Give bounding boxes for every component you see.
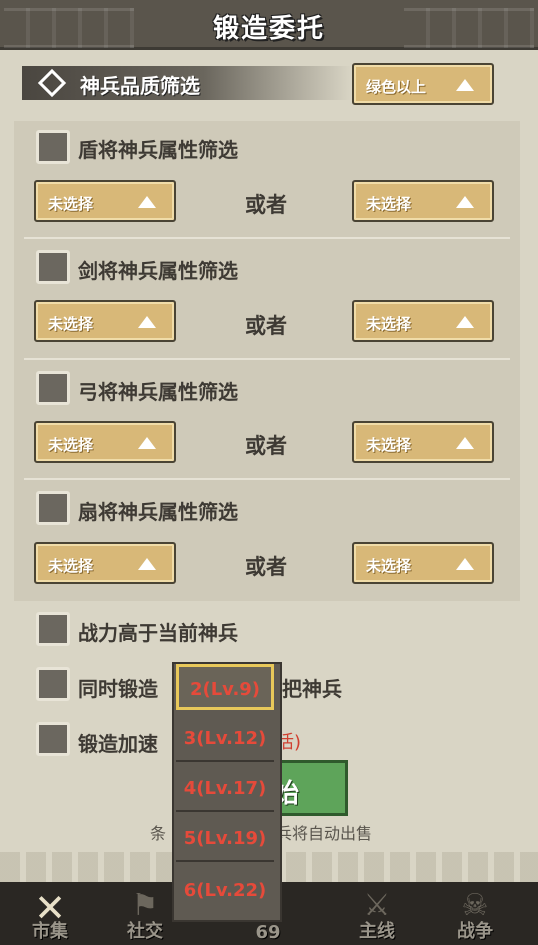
- filter-dropdown-shield-right[interactable]: 未选择: [352, 180, 494, 222]
- triangle-up-icon: [456, 558, 474, 570]
- divider: [24, 478, 510, 480]
- quality-dropdown-value: 绿色以上: [366, 78, 427, 96]
- filter-label-sword: 剑将神兵属性筛选: [78, 259, 238, 283]
- count-option-5[interactable]: 5(Lv.19): [176, 816, 274, 862]
- or-text: 或者: [245, 434, 287, 458]
- nav-label: 战争: [457, 921, 493, 942]
- dropdown-value: 未选择: [366, 436, 412, 454]
- title-bar: 锻造委托: [0, 0, 538, 50]
- count-option-3[interactable]: 3(Lv.12): [176, 716, 274, 762]
- or-text: 或者: [245, 193, 287, 217]
- power-higher-label: 战力高于当前神兵: [78, 621, 238, 645]
- dropdown-value: 未选择: [48, 557, 94, 575]
- simultaneous-forge-label: 同时锻造: [78, 677, 158, 701]
- filter-label-shield: 盾将神兵属性筛选: [78, 138, 238, 162]
- nav-item-war[interactable]: ☠ 战争: [425, 882, 525, 945]
- dropdown-value: 未选择: [48, 315, 94, 333]
- filter-checkbox-sword[interactable]: [36, 250, 70, 284]
- filter-checkbox-fan[interactable]: [36, 491, 70, 525]
- triangle-up-icon: [138, 316, 156, 328]
- filter-label-fan: 扇将神兵属性筛选: [78, 500, 238, 524]
- divider: [24, 358, 510, 360]
- divider: [24, 237, 510, 239]
- filter-label-bow: 弓将神兵属性筛选: [78, 380, 238, 404]
- quality-filter-label: 神兵品质筛选: [80, 74, 200, 98]
- filter-dropdown-sword-left[interactable]: 未选择: [34, 300, 176, 342]
- dropdown-value: 未选择: [48, 436, 94, 454]
- triangle-up-icon: [138, 558, 156, 570]
- auto-sell-note-right: 兵将自动出售: [276, 824, 373, 843]
- dropdown-value: 未选择: [48, 195, 94, 213]
- filter-checkbox-shield[interactable]: [36, 130, 70, 164]
- quality-filter-header: 神兵品质筛选: [22, 66, 352, 100]
- dropdown-value: 未选择: [366, 195, 412, 213]
- nav-item-market[interactable]: ✕ 市集: [0, 882, 100, 945]
- filter-dropdown-sword-right[interactable]: 未选择: [352, 300, 494, 342]
- triangle-up-icon: [456, 437, 474, 449]
- nav-item-main-line[interactable]: ⚔ 主线: [327, 882, 427, 945]
- triangle-up-icon: [138, 437, 156, 449]
- simultaneous-forge-suffix: 把神兵: [282, 677, 342, 701]
- forge-count-popup: 2(Lv.9) 3(Lv.12) 4(Lv.17) 5(Lv.19) 6(Lv.…: [172, 662, 282, 922]
- nav-label: 市集: [32, 921, 68, 942]
- triangle-up-icon: [456, 79, 474, 91]
- accelerate-label: 锻造加速: [78, 732, 158, 756]
- dropdown-value: 未选择: [366, 557, 412, 575]
- filter-dropdown-bow-left[interactable]: 未选择: [34, 421, 176, 463]
- accelerate-checkbox[interactable]: [36, 722, 70, 756]
- triangle-up-icon: [138, 196, 156, 208]
- power-higher-checkbox[interactable]: [36, 612, 70, 646]
- filter-checkbox-bow[interactable]: [36, 371, 70, 405]
- auto-sell-note-left: 条: [150, 824, 167, 843]
- count-option-6[interactable]: 6(Lv.22): [176, 868, 274, 914]
- diamond-icon: [37, 68, 67, 98]
- page-title: 锻造委托: [212, 14, 325, 44]
- nav-label: 主线: [359, 921, 395, 942]
- or-text: 或者: [245, 555, 287, 579]
- filter-dropdown-shield-left[interactable]: 未选择: [34, 180, 176, 222]
- count-option-2[interactable]: 2(Lv.9): [176, 664, 274, 710]
- quality-dropdown[interactable]: 绿色以上: [352, 63, 494, 105]
- triangle-up-icon: [456, 196, 474, 208]
- dropdown-value: 未选择: [366, 315, 412, 333]
- simultaneous-forge-checkbox[interactable]: [36, 667, 70, 701]
- count-option-4[interactable]: 4(Lv.17): [176, 766, 274, 812]
- filter-dropdown-fan-right[interactable]: 未选择: [352, 542, 494, 584]
- triangle-up-icon: [456, 316, 474, 328]
- filter-dropdown-bow-right[interactable]: 未选择: [352, 421, 494, 463]
- or-text: 或者: [245, 314, 287, 338]
- filter-dropdown-fan-left[interactable]: 未选择: [34, 542, 176, 584]
- nav-label: 69: [255, 922, 281, 943]
